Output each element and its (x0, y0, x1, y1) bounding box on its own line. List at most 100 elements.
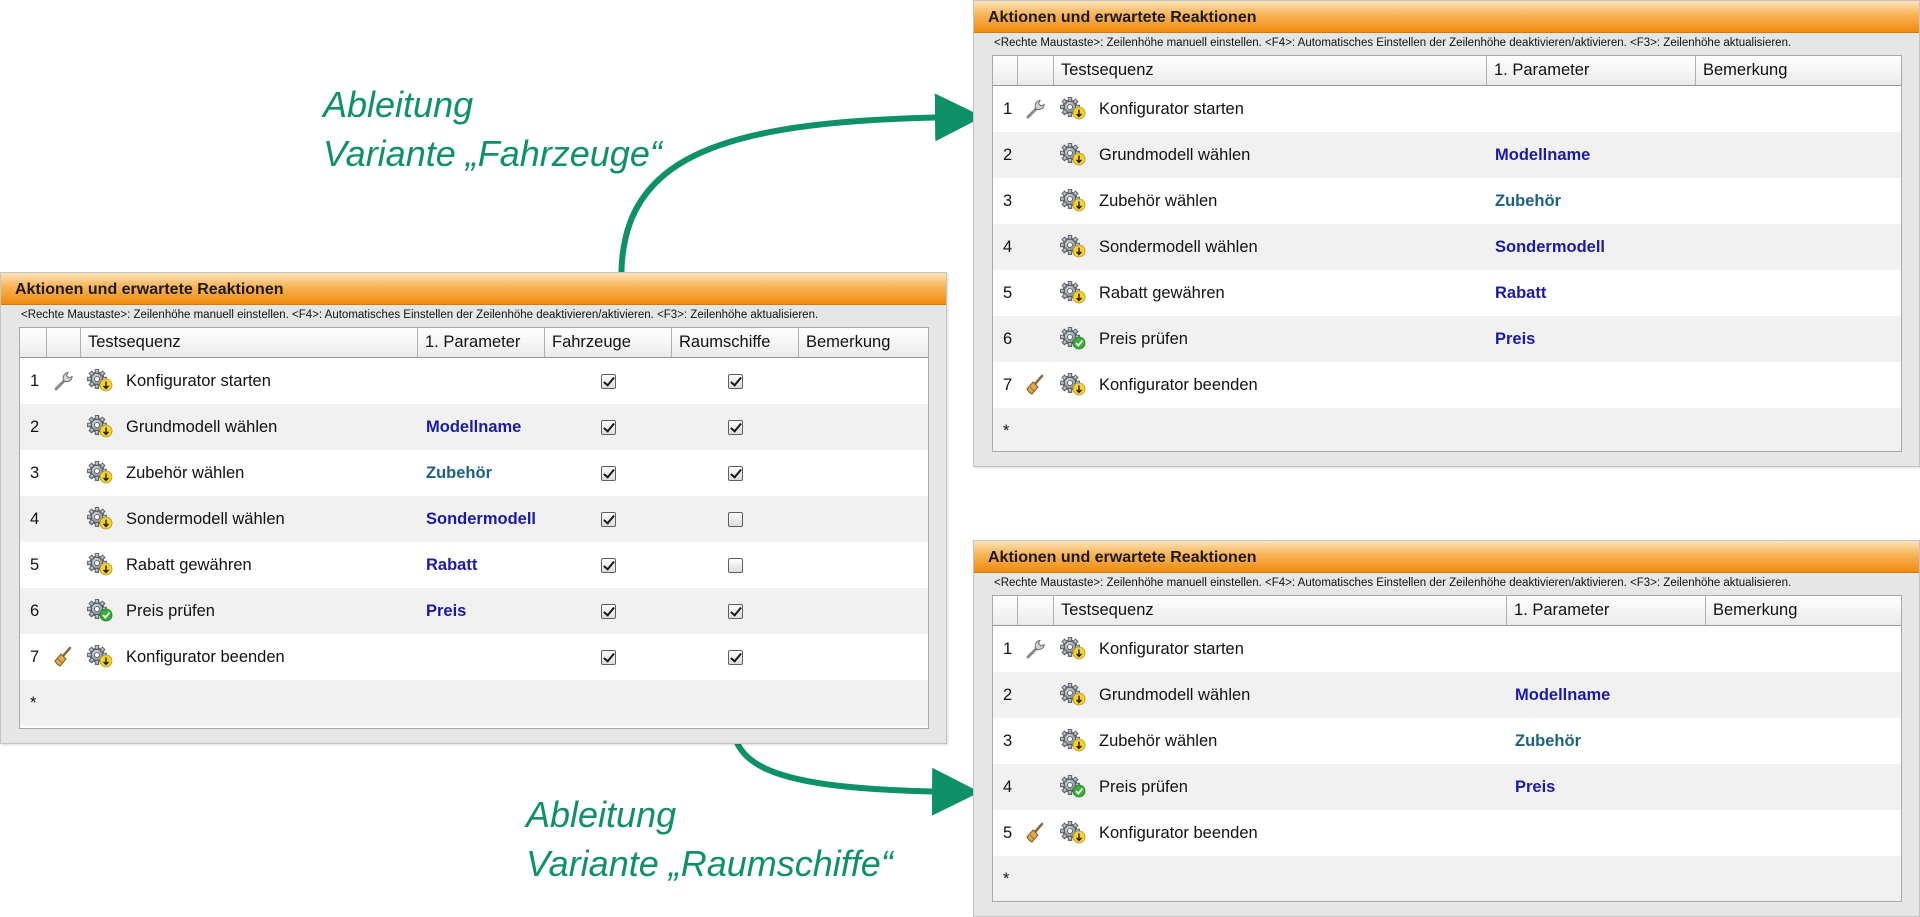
header-testsequenz[interactable]: Testsequenz (81, 328, 418, 357)
testsequenz-cell[interactable]: Grundmodell wählen (1054, 143, 1487, 167)
header-bemerkung[interactable]: Bemerkung (799, 328, 927, 357)
testsequenz-cell[interactable]: Konfigurator beenden (1054, 373, 1487, 397)
new-row[interactable]: * (993, 408, 1901, 451)
parameter-cell[interactable]: Sondermodell (1487, 238, 1696, 257)
parameter-cell[interactable]: Zubehör (1487, 192, 1696, 211)
gear-start-icon (1060, 235, 1086, 258)
panel-title: Aktionen und erwartete Reaktionen (1, 273, 946, 305)
gear-start-icon (1060, 683, 1086, 706)
testsequenz-cell[interactable]: Preis prüfen (1054, 327, 1487, 351)
header-parameter[interactable]: 1. Parameter (418, 328, 545, 357)
testsequenz-cell[interactable]: Zubehör wählen (81, 461, 418, 485)
table-row[interactable]: 1 Konfigurator starten (993, 626, 1901, 672)
raumschiffe-cell (672, 603, 799, 619)
testsequenz-cell[interactable]: Zubehör wählen (1054, 189, 1487, 213)
raumschiffe-checkbox[interactable] (728, 649, 743, 665)
table-row[interactable]: 6 Preis prüfen Preis (20, 588, 928, 634)
fahrzeuge-checkbox[interactable] (601, 649, 616, 665)
parameter-cell[interactable]: Modellname (1507, 686, 1706, 705)
parameter-cell[interactable]: Rabatt (1487, 284, 1696, 303)
header-raumschiffe[interactable]: Raumschiffe (672, 328, 799, 357)
table-row[interactable]: 6 Preis prüfen Preis (993, 316, 1901, 362)
table-row[interactable]: 5 Konfigurator beenden (993, 810, 1901, 856)
raumschiffe-checkbox[interactable] (728, 419, 743, 435)
testsequenz-cell[interactable]: Rabatt gewähren (1054, 281, 1487, 305)
parameter-cell[interactable]: Zubehör (1507, 732, 1706, 751)
testsequenz-cell[interactable]: Konfigurator beenden (81, 645, 418, 669)
testsequenz-cell[interactable]: Konfigurator starten (1054, 97, 1487, 121)
gear-start-icon (1060, 97, 1086, 120)
fahrzeuge-checkbox[interactable] (601, 603, 616, 619)
parameter-cell[interactable]: Rabatt (418, 556, 545, 575)
table-row[interactable]: 3 Zubehör wählen Zubehör (993, 718, 1901, 764)
table-row[interactable]: 7 Konfigurator beenden (993, 362, 1901, 408)
grid-header: Testsequenz 1. Parameter Bemerkung (993, 56, 1901, 86)
raumschiffe-checkbox[interactable] (728, 603, 743, 619)
gear-start-icon (1060, 189, 1086, 212)
header-tool (47, 328, 81, 357)
raumschiffe-checkbox[interactable] (728, 511, 743, 527)
parameter-cell[interactable]: Zubehör (418, 464, 545, 483)
header-parameter[interactable]: 1. Parameter (1487, 56, 1696, 85)
table-row[interactable]: 4 Sondermodell wählen Sondermodell (20, 496, 928, 542)
header-parameter[interactable]: 1. Parameter (1507, 596, 1706, 625)
header-fahrzeuge[interactable]: Fahrzeuge (545, 328, 672, 357)
fahrzeuge-grid[interactable]: Testsequenz 1. Parameter Bemerkung 1 Konf… (992, 55, 1902, 452)
broom-icon (54, 646, 72, 667)
header-testsequenz[interactable]: Testsequenz (1054, 56, 1487, 85)
fahrzeuge-cell (545, 603, 672, 619)
table-row[interactable]: 5 Rabatt gewähren Rabatt (20, 542, 928, 588)
fahrzeuge-checkbox[interactable] (601, 511, 616, 527)
table-row[interactable]: 5 Rabatt gewähren Rabatt (993, 270, 1901, 316)
testsequenz-cell[interactable]: Rabatt gewähren (81, 553, 418, 577)
fahrzeuge-checkbox[interactable] (601, 557, 616, 573)
testsequenz-cell[interactable]: Preis prüfen (1054, 775, 1507, 799)
table-row[interactable]: 2 Grundmodell wählen Modellname (20, 404, 928, 450)
testsequenz-cell[interactable]: Sondermodell wählen (81, 507, 418, 531)
table-row[interactable]: 4 Sondermodell wählen Sondermodell (993, 224, 1901, 270)
gear-start-icon (87, 461, 113, 484)
parameter-cell[interactable]: Preis (1487, 330, 1696, 349)
testsequenz-label: Konfigurator beenden (1099, 823, 1258, 842)
table-row[interactable]: 1 Konfigurator starten (993, 86, 1901, 132)
testsequenz-cell[interactable]: Grundmodell wählen (81, 415, 418, 439)
testsequenz-label: Grundmodell wählen (1099, 685, 1251, 704)
header-testsequenz[interactable]: Testsequenz (1054, 596, 1507, 625)
parameter-cell[interactable]: Preis (1507, 778, 1706, 797)
testsequenz-cell[interactable]: Preis prüfen (81, 599, 418, 623)
header-bemerkung[interactable]: Bemerkung (1696, 56, 1901, 85)
raumschiffe-checkbox[interactable] (728, 373, 743, 389)
table-row[interactable]: 1 Konfigurator starten (20, 358, 928, 404)
new-row[interactable]: * (20, 680, 928, 726)
parameter-cell[interactable]: Sondermodell (418, 510, 545, 529)
table-row[interactable]: 3 Zubehör wählen Zubehör (20, 450, 928, 496)
header-bemerkung[interactable]: Bemerkung (1706, 596, 1901, 625)
table-row[interactable]: 2 Grundmodell wählen Modellname (993, 132, 1901, 178)
testsequenz-cell[interactable]: Zubehör wählen (1054, 729, 1507, 753)
raumschiffe-grid[interactable]: Testsequenz 1. Parameter Bemerkung 1 Konf… (992, 595, 1902, 902)
parameter-cell[interactable]: Preis (418, 602, 545, 621)
table-row[interactable]: 7 Konfigurator beenden (20, 634, 928, 680)
parameter-cell[interactable]: Modellname (418, 418, 545, 437)
testsequenz-cell[interactable]: Sondermodell wählen (1054, 235, 1487, 259)
row-number: 3 (30, 463, 40, 482)
caption-fahrzeuge-line2: Variante „Fahrzeuge“ (323, 133, 662, 174)
row-number: 4 (30, 509, 40, 528)
raumschiffe-checkbox[interactable] (728, 465, 743, 481)
main-grid[interactable]: Testsequenz 1. Parameter Fahrzeuge Raums… (19, 327, 929, 729)
parameter-cell[interactable]: Modellname (1487, 146, 1696, 165)
fahrzeuge-cell (545, 557, 672, 573)
testsequenz-cell[interactable]: Konfigurator beenden (1054, 821, 1507, 845)
table-row[interactable]: 3 Zubehör wählen Zubehör (993, 178, 1901, 224)
testsequenz-cell[interactable]: Konfigurator starten (1054, 637, 1507, 661)
panel-title: Aktionen und erwartete Reaktionen (974, 541, 1919, 573)
fahrzeuge-checkbox[interactable] (601, 419, 616, 435)
testsequenz-cell[interactable]: Konfigurator starten (81, 369, 418, 393)
new-row[interactable]: * (993, 856, 1901, 901)
table-row[interactable]: 2 Grundmodell wählen Modellname (993, 672, 1901, 718)
raumschiffe-checkbox[interactable] (728, 557, 743, 573)
fahrzeuge-checkbox[interactable] (601, 373, 616, 389)
table-row[interactable]: 4 Preis prüfen Preis (993, 764, 1901, 810)
fahrzeuge-checkbox[interactable] (601, 465, 616, 481)
testsequenz-cell[interactable]: Grundmodell wählen (1054, 683, 1507, 707)
